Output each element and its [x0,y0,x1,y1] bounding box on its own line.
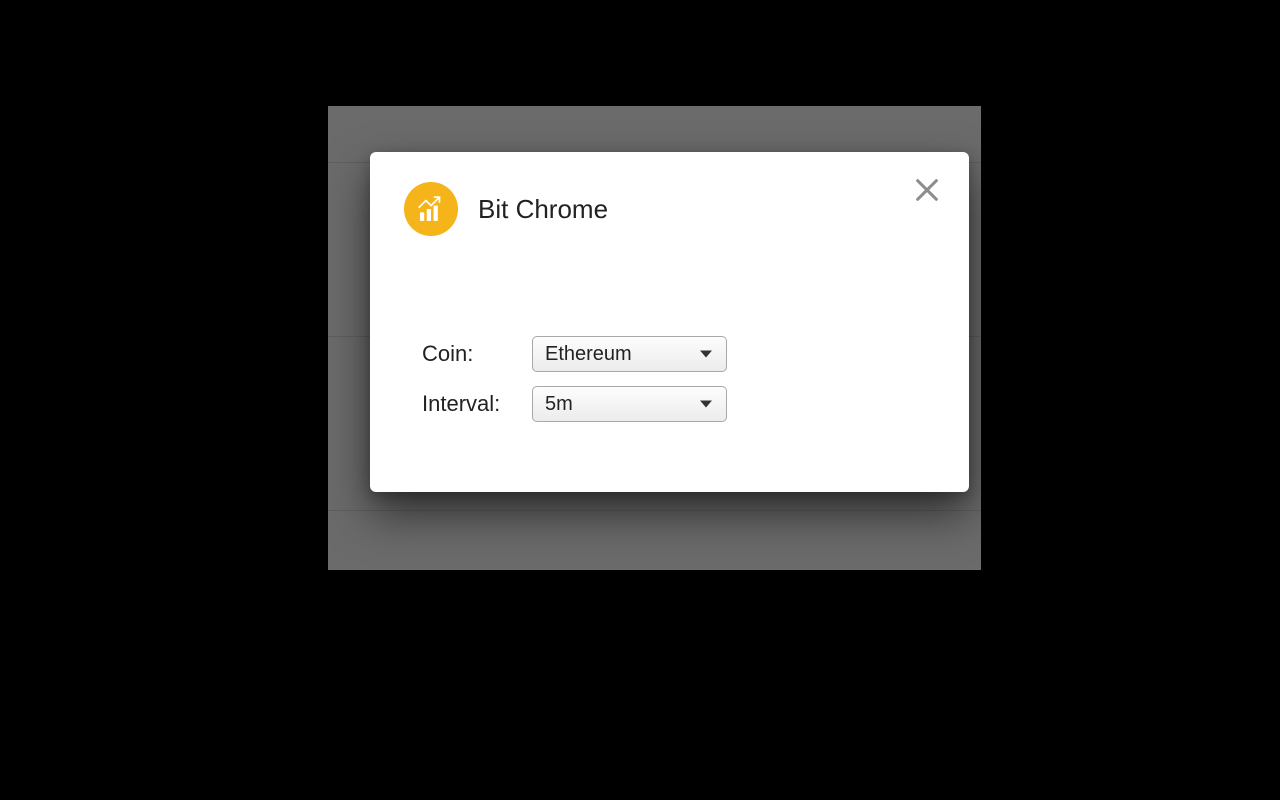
dialog-title: Bit Chrome [478,194,608,225]
interval-row: Interval: 5m [422,386,727,422]
chevron-down-icon [700,351,712,358]
interval-label: Interval: [422,391,532,417]
coin-select-value: Ethereum [545,343,632,366]
settings-form: Coin: Ethereum Interval: 5m [422,336,727,436]
interval-select-value: 5m [545,393,573,416]
coin-label: Coin: [422,341,532,367]
divider [328,510,981,511]
interval-select[interactable]: 5m [532,386,727,422]
dialog-header: Bit Chrome [404,182,608,236]
chevron-down-icon [700,401,712,408]
app-logo [404,182,458,236]
close-button[interactable] [913,176,945,208]
settings-dialog: Bit Chrome Coin: Ethereum Interval: 5m [370,152,969,492]
chart-icon [414,192,448,226]
coin-row: Coin: Ethereum [422,336,727,372]
close-icon [913,176,941,204]
coin-select[interactable]: Ethereum [532,336,727,372]
